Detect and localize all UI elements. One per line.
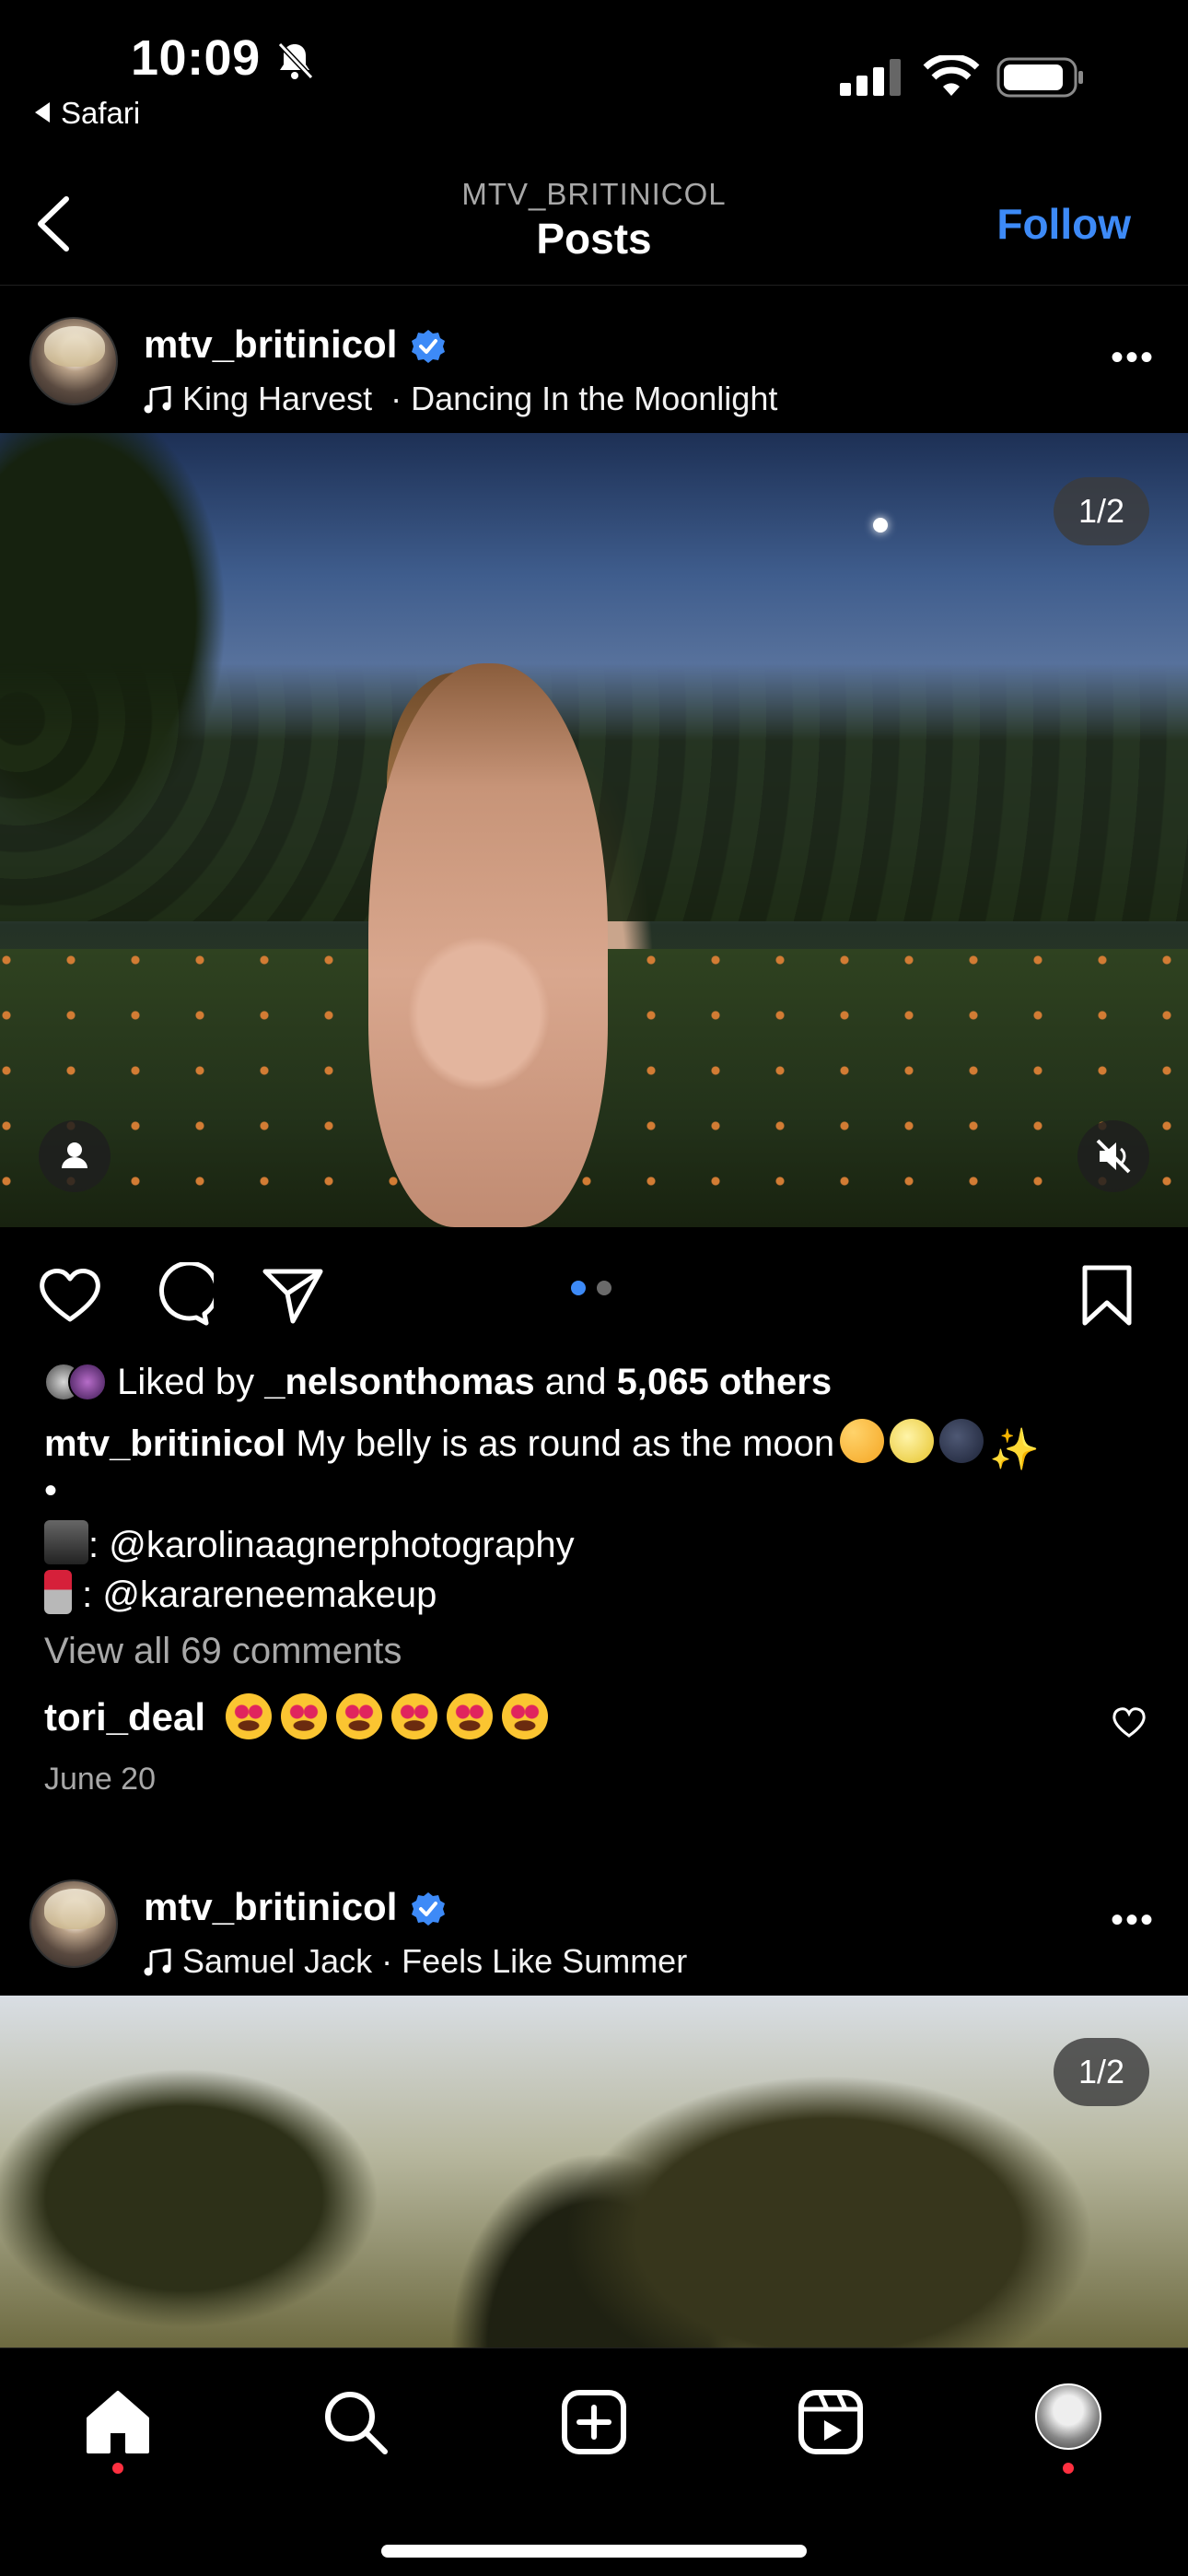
more-options-button[interactable]: •••: [1111, 1902, 1155, 1938]
bookmark-icon[interactable]: [1074, 1262, 1140, 1329]
post-author-handle[interactable]: mtv_britinicol: [144, 1885, 397, 1929]
nav-bar: MTV_BRITINICOL Posts Follow: [0, 166, 1188, 286]
more-options-button[interactable]: •••: [1111, 339, 1155, 376]
search-icon[interactable]: [319, 2385, 392, 2459]
caption-text: My belly is as round as the moon: [296, 1423, 835, 1464]
cellular-signal-icon: [840, 59, 901, 96]
sparkles-emoji: ✨: [989, 1427, 1040, 1472]
silent-bell-icon: [277, 41, 314, 80]
heart-eyes-emoji: [501, 1693, 548, 1739]
status-bar: 10:09 Safari: [0, 0, 1188, 138]
comment-icon[interactable]: [147, 1262, 214, 1329]
comment-author[interactable]: tori_deal: [44, 1695, 205, 1739]
back-triangle-icon: [35, 102, 50, 123]
post-header: mtv_britinicol King Harvest · Dancing In…: [0, 295, 1188, 433]
comment-like-heart-icon[interactable]: [1111, 1704, 1147, 1741]
back-to-safari[interactable]: Safari: [35, 96, 140, 131]
post-date: June 20: [44, 1762, 156, 1797]
heart-eyes-emoji: [390, 1693, 437, 1739]
create-icon[interactable]: [557, 2385, 631, 2459]
home-icon[interactable]: [81, 2385, 155, 2459]
caption-author[interactable]: mtv_britinicol: [44, 1423, 285, 1464]
camera-flash-emoji: [44, 1520, 88, 1564]
photo-credit: : @karolinaagnerphotography: [44, 1520, 575, 1566]
reels-icon[interactable]: [794, 2385, 868, 2459]
music-note-icon: [144, 386, 171, 414]
post-image-carousel[interactable]: 1/2: [0, 1996, 1188, 2348]
post-image-carousel[interactable]: 1/2: [0, 433, 1188, 1227]
speaker-muted-icon: [1096, 1139, 1131, 1174]
avatar[interactable]: [29, 1879, 118, 1968]
heart-icon[interactable]: [37, 1262, 103, 1329]
audio-track-link[interactable]: King Harvest · Dancing In the Moonlight: [144, 380, 777, 418]
carousel-counter: 1/2: [1054, 2038, 1149, 2106]
profile-notification-dot: [1063, 2463, 1074, 2474]
caption: mtv_britinicol My belly is as round as t…: [44, 1419, 1040, 1472]
heart-eyes-emoji: [335, 1693, 382, 1739]
post-author-handle[interactable]: mtv_britinicol: [144, 322, 397, 367]
home-notification-dot: [112, 2463, 123, 2474]
lipstick-emoji: [44, 1570, 72, 1614]
person-icon: [62, 1142, 87, 1168]
follow-button[interactable]: Follow: [996, 199, 1131, 249]
heart-eyes-emoji: [225, 1693, 272, 1739]
share-icon[interactable]: [260, 1262, 326, 1329]
heart-eyes-emoji: [280, 1693, 327, 1739]
music-note-icon: [144, 1949, 171, 1976]
full-moon-emoji: [890, 1419, 935, 1463]
audio-track-link[interactable]: Samuel Jack · Feels Like Summer: [144, 1942, 687, 1981]
likes-summary[interactable]: Liked by _nelsonthomas and 5,065 others: [44, 1362, 832, 1403]
smiling-hearts-emoji: [840, 1419, 885, 1463]
verified-badge-icon: [412, 1892, 445, 1926]
home-indicator[interactable]: [381, 2545, 807, 2558]
verified-badge-icon: [412, 330, 445, 363]
profile-avatar[interactable]: [1035, 2383, 1101, 2450]
post-header: mtv_britinicol Samuel Jack · Feels Like …: [0, 1857, 1188, 1996]
top-comment: tori_deal: [44, 1693, 548, 1739]
heart-eyes-emoji: [446, 1693, 493, 1739]
avatar[interactable]: [29, 317, 118, 405]
photo-subject: [368, 663, 608, 1227]
caption-bullet: •: [44, 1470, 58, 1511]
wifi-icon: [923, 55, 980, 96]
carousel-dots: [571, 1281, 623, 1300]
carousel-counter: 1/2: [1054, 477, 1149, 545]
tagged-people-button[interactable]: [39, 1120, 111, 1192]
bottom-tab-bar: [0, 2348, 1188, 2576]
battery-icon: [996, 57, 1083, 98]
view-comments-link[interactable]: View all 69 comments: [44, 1631, 402, 1672]
liker-avatar: [68, 1363, 107, 1401]
mute-button[interactable]: [1077, 1120, 1149, 1192]
makeup-credit: : @karareneemakeup: [44, 1570, 437, 1616]
post-actions: [0, 1253, 1188, 1336]
clock: 10:09: [131, 30, 261, 86]
new-moon-emoji: [939, 1419, 984, 1463]
